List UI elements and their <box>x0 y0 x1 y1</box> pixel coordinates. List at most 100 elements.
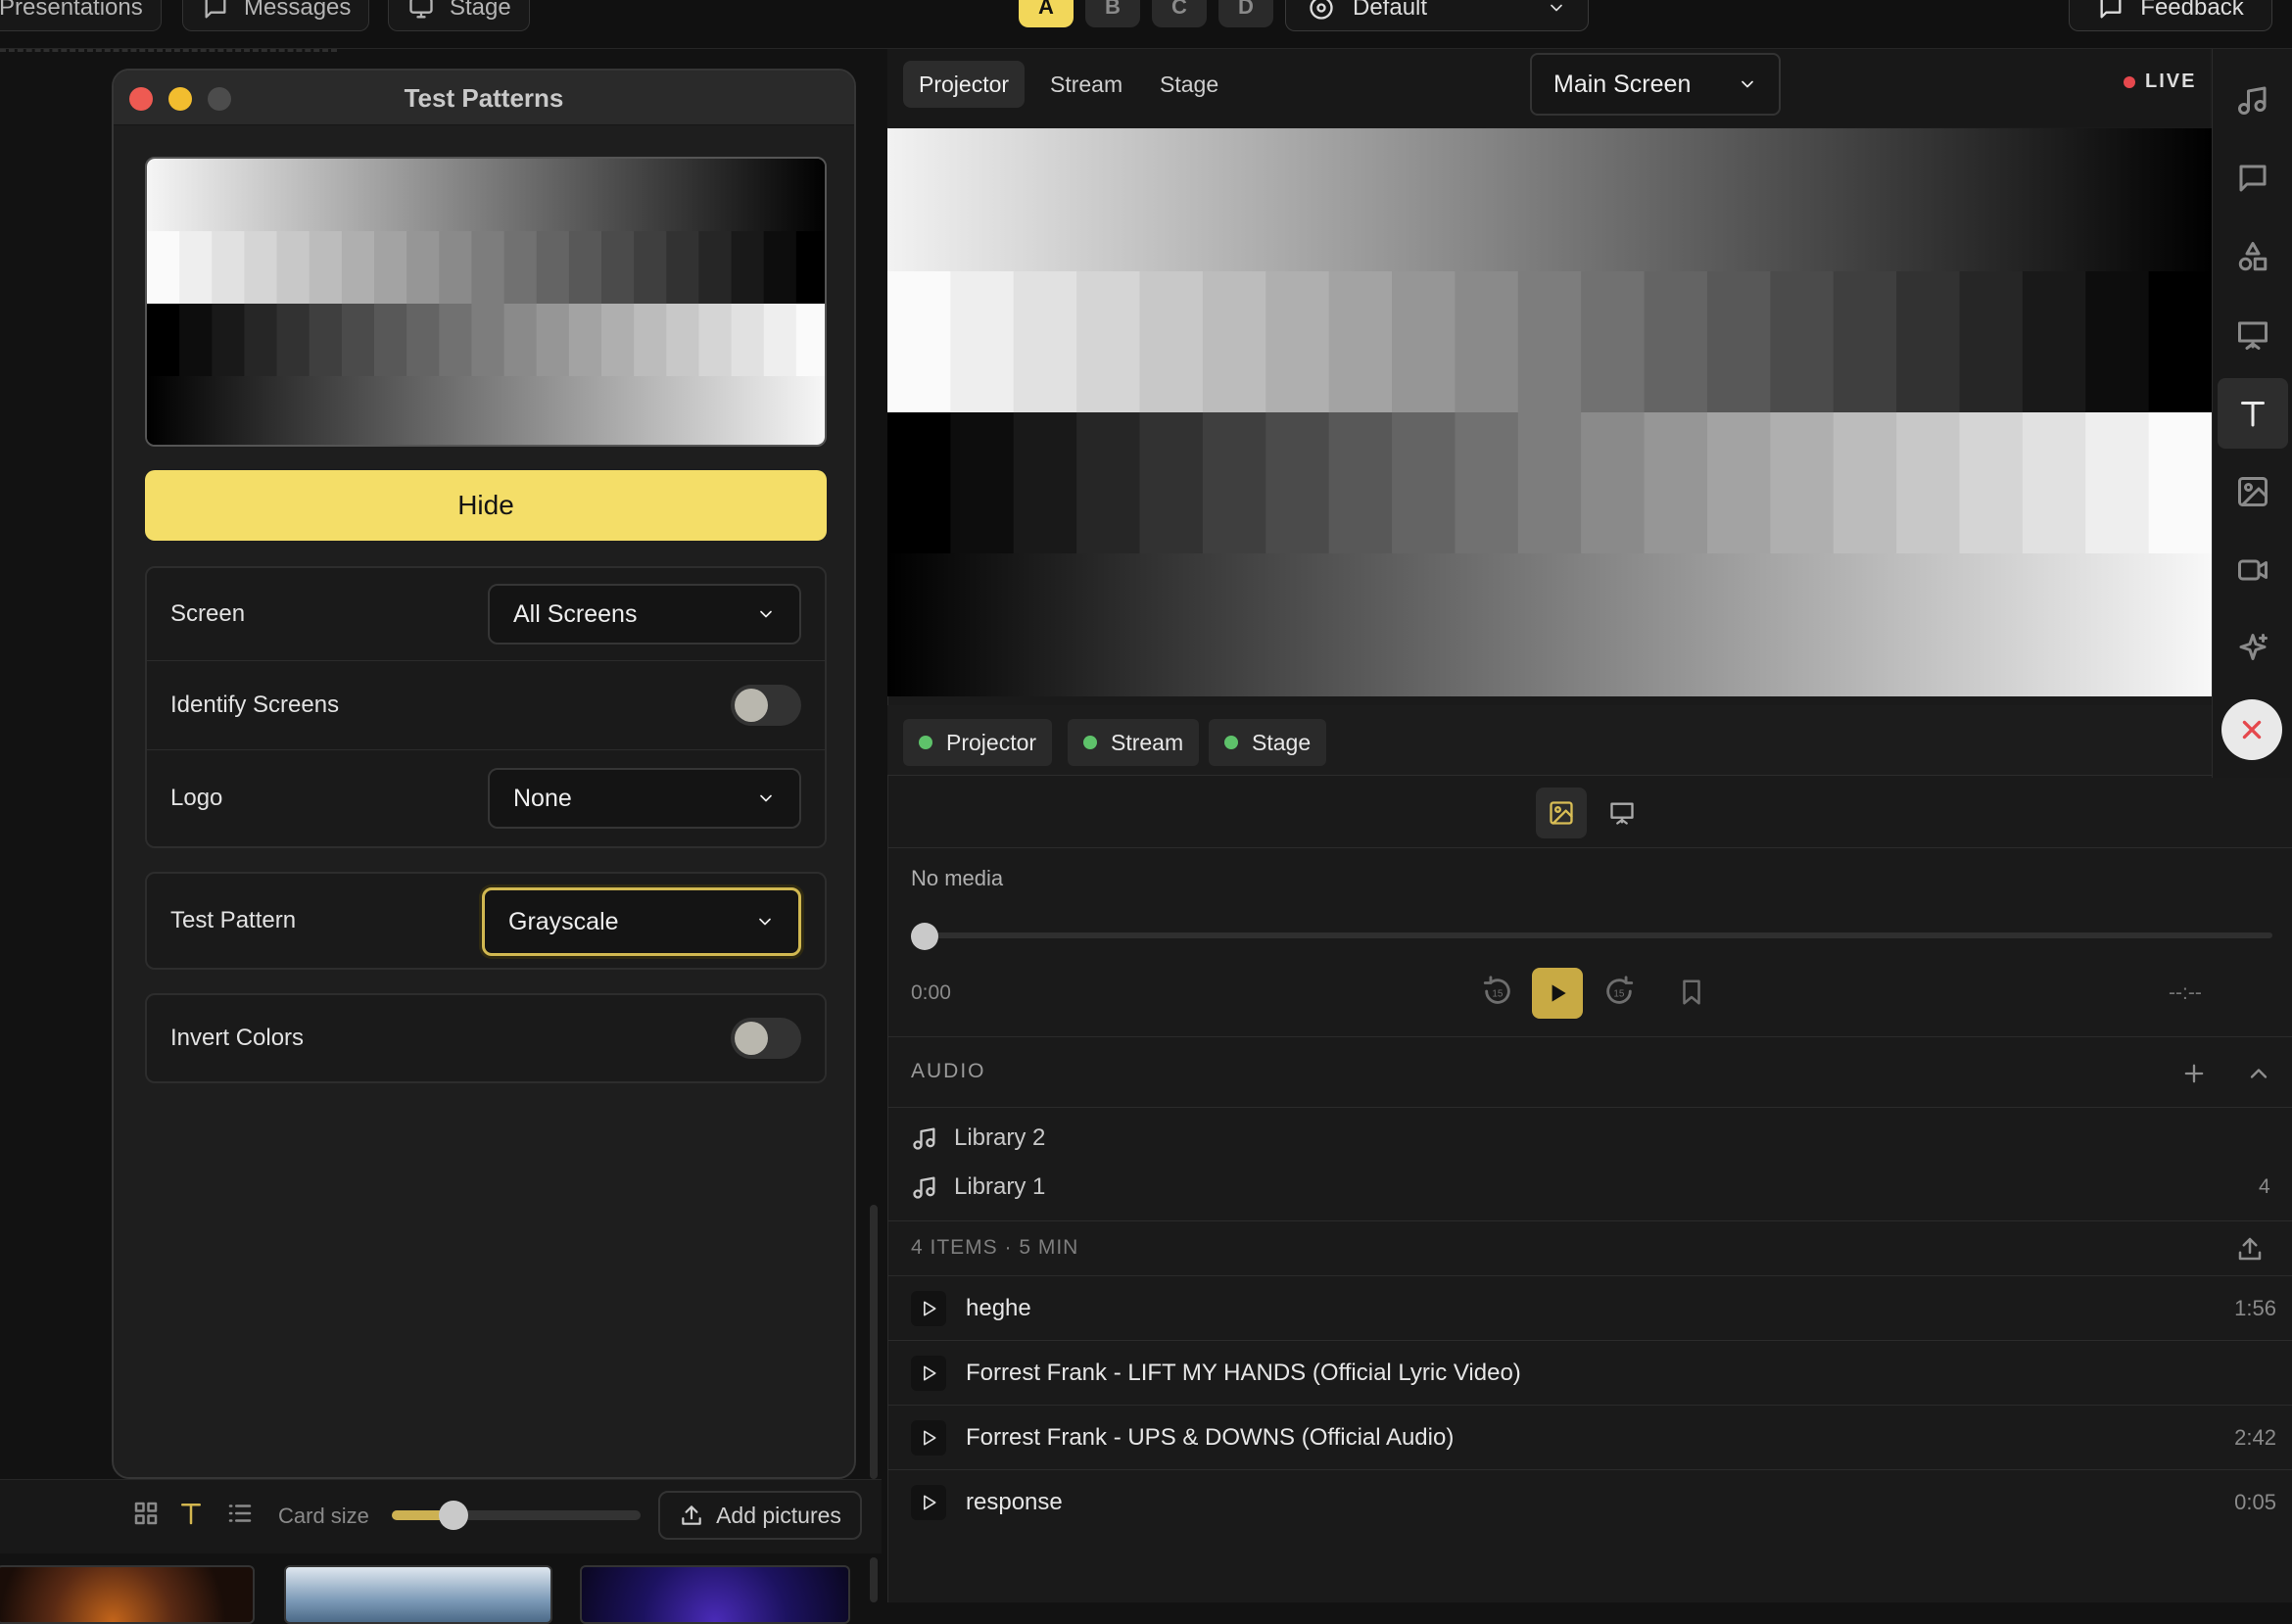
gray-step <box>666 231 700 304</box>
gray-step <box>276 231 310 304</box>
window-title: Test Patterns <box>404 83 564 113</box>
projector-preview <box>887 128 2212 696</box>
card-size-label: Card size <box>278 1504 369 1528</box>
track-duration: 1:56 <box>2234 1295 2276 1320</box>
gray-step <box>1959 271 2024 412</box>
sparkle-icon[interactable] <box>2235 631 2270 666</box>
track-play-button[interactable] <box>911 1484 946 1520</box>
section-divider <box>887 1036 2292 1037</box>
look-select[interactable]: Default <box>1285 0 1589 31</box>
track-play-button[interactable] <box>911 1355 946 1391</box>
picture-thumbnail[interactable] <box>580 1565 850 1624</box>
music-icon <box>913 1127 935 1150</box>
output-projector-button[interactable]: Projector <box>903 719 1053 766</box>
gray-step <box>1896 412 1961 553</box>
pattern-select-value: Grayscale <box>508 907 619 935</box>
track-row[interactable]: heghe 1:56 <box>887 1275 2292 1340</box>
gray-step <box>568 304 602 376</box>
drop-zone-divider <box>0 49 337 52</box>
tab-stream[interactable]: Stream <box>1034 61 1138 108</box>
gray-step <box>309 231 343 304</box>
library-item[interactable]: Library 1 <box>911 1173 1045 1201</box>
library-item[interactable]: Library 2 <box>911 1124 1045 1152</box>
test-pattern-select[interactable]: Grayscale <box>482 887 801 956</box>
share-icon[interactable] <box>2235 1234 2265 1264</box>
presentation-icon[interactable] <box>2235 317 2270 353</box>
track-duration: 2:42 <box>2234 1424 2276 1450</box>
identify-screens-toggle[interactable] <box>731 685 801 726</box>
layer-c-button[interactable]: C <box>1152 0 1207 27</box>
image-icon <box>1550 801 1573 825</box>
gray-step <box>731 304 765 376</box>
layer-b-button[interactable]: B <box>1085 0 1140 27</box>
gray-step <box>179 304 213 376</box>
picture-thumbnail[interactable] <box>0 1565 255 1624</box>
track-play-button[interactable] <box>911 1419 946 1456</box>
gray-step <box>731 231 765 304</box>
text-view-icon[interactable] <box>176 1499 206 1528</box>
layer-a-button[interactable]: A <box>1019 0 1074 27</box>
picture-thumbnail[interactable] <box>284 1565 552 1624</box>
plus-icon[interactable] <box>2180 1060 2208 1087</box>
status-dot <box>919 736 932 749</box>
forward-15-icon[interactable]: 15 <box>1602 972 1636 1011</box>
media-status: No media <box>911 866 1004 890</box>
message-icon[interactable] <box>2235 161 2270 196</box>
screen-select[interactable]: Main Screen <box>1530 53 1781 116</box>
tab-messages[interactable]: Messages <box>182 0 370 31</box>
track-row[interactable]: Forrest Frank - LIFT MY HANDS (Official … <box>887 1340 2292 1405</box>
list-view-icon[interactable] <box>225 1499 255 1528</box>
play-button[interactable] <box>1532 968 1583 1019</box>
gray-step <box>1455 412 1519 553</box>
tab-projector[interactable]: Projector <box>903 61 1026 108</box>
tab-stage[interactable]: Stage <box>1144 61 1234 108</box>
tab-media[interactable] <box>1536 788 1587 838</box>
chevron-down-icon <box>760 794 772 802</box>
logo-select[interactable]: None <box>488 768 801 829</box>
bookmark-icon[interactable] <box>1677 978 1706 1007</box>
gray-step <box>1076 412 1141 553</box>
image-icon[interactable] <box>2235 474 2270 509</box>
grid-view-icon[interactable] <box>131 1499 161 1528</box>
output-stream-button[interactable]: Stream <box>1068 719 1200 766</box>
gray-step <box>1139 412 1204 553</box>
tab-label: Stage <box>450 0 511 21</box>
tab-stage[interactable]: Stage <box>388 0 530 31</box>
seek-knob[interactable] <box>911 923 938 950</box>
add-pictures-button[interactable]: Add pictures <box>658 1491 862 1540</box>
track-play-button[interactable] <box>911 1290 946 1326</box>
feedback-button[interactable]: Feedback <box>2069 0 2272 31</box>
card-size-slider-knob[interactable] <box>439 1501 468 1530</box>
music-icon[interactable] <box>2235 82 2270 118</box>
scrollbar[interactable] <box>870 1205 878 1479</box>
clear-all-button[interactable] <box>2221 699 2282 760</box>
gray-step <box>1581 271 1646 412</box>
track-duration: 0:05 <box>2234 1489 2276 1514</box>
text-icon[interactable] <box>2235 396 2270 431</box>
screen-select[interactable]: All Screens <box>488 584 801 645</box>
track-row[interactable]: Forrest Frank - UPS & DOWNS (Official Au… <box>887 1405 2292 1469</box>
hide-button[interactable]: Hide <box>145 470 827 541</box>
layer-d-button[interactable]: D <box>1218 0 1273 27</box>
gray-step <box>887 412 951 553</box>
tab-presentation[interactable] <box>1597 788 1647 838</box>
seek-bar[interactable] <box>921 932 2272 938</box>
track-row[interactable]: response 0:05 <box>887 1469 2292 1534</box>
output-stage-button[interactable]: Stage <box>1209 719 1327 766</box>
look-select-value: Default <box>1353 0 1428 21</box>
invert-colors-toggle[interactable] <box>731 1018 801 1059</box>
gray-step <box>1013 271 1077 412</box>
chevron-up-icon[interactable] <box>2245 1060 2272 1087</box>
message-icon <box>205 0 226 18</box>
scrollbar[interactable] <box>870 1557 878 1602</box>
gray-step <box>1265 271 1330 412</box>
add-pictures-label: Add pictures <box>716 1502 841 1528</box>
monitor-icon <box>409 0 433 19</box>
track-name: Forrest Frank - UPS & DOWNS (Official Au… <box>966 1423 1455 1451</box>
video-icon[interactable] <box>2235 552 2270 588</box>
tab-presentations[interactable]: Presentations <box>0 0 162 31</box>
shapes-icon[interactable] <box>2235 239 2270 274</box>
rewind-15-icon[interactable]: 15 <box>1481 972 1514 1011</box>
invert-row: Invert Colors <box>147 995 825 1081</box>
screen-row: Screen All Screens <box>147 568 825 660</box>
